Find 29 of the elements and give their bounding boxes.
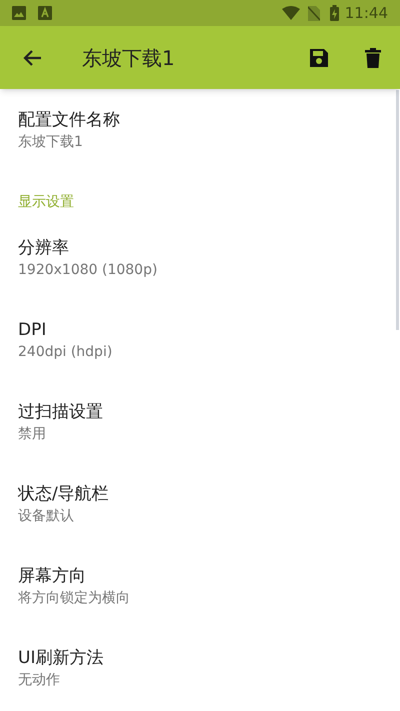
wifi-icon (282, 6, 300, 20)
setting-title: 分辨率 (18, 237, 69, 260)
setting-summary: 无动作 (18, 671, 60, 690)
setting-summary: 设备默认 (18, 507, 74, 526)
setting-title: 配置文件名称 (18, 109, 120, 132)
setting-summary: 240dpi (hdpi) (18, 343, 112, 362)
setting-item[interactable]: 过扫描设置 禁用 (0, 381, 394, 463)
section-header: 显示设置 (18, 194, 74, 210)
setting-title: 屏幕方向 (18, 565, 86, 588)
setting-summary: 1920x1080 (1080p) (18, 261, 158, 280)
setting-summary: 将方向锁定为横向 (18, 589, 130, 608)
setting-title: UI刷新方法 (18, 647, 104, 670)
setting-summary: 禁用 (18, 425, 46, 444)
image-icon (12, 6, 26, 20)
setting-item[interactable]: 配置文件名称 东坡下载1 (0, 89, 394, 171)
setting-item[interactable]: 分辨率 1920x1080 (1080p) (0, 217, 394, 299)
no-sim-icon (308, 6, 320, 20)
toolbar-title: 东坡下载1 (82, 44, 175, 72)
setting-item[interactable]: 屏幕方向 将方向锁定为横向 (0, 545, 394, 627)
setting-title: 过扫描设置 (18, 401, 103, 424)
setting-summary: 东坡下载1 (18, 133, 83, 152)
setting-title: 状态/导航栏 (18, 483, 109, 506)
status-time: 11:44 (344, 2, 388, 24)
battery-charging-icon (330, 5, 339, 21)
setting-item[interactable]: UI刷新方法 无动作 (0, 627, 394, 709)
setting-title: DPI (18, 319, 46, 342)
setting-item[interactable]: 状态/导航栏 设备默认 (0, 463, 394, 545)
setting-item[interactable]: DPI 240dpi (hdpi) (0, 299, 394, 381)
font-icon (38, 6, 52, 20)
